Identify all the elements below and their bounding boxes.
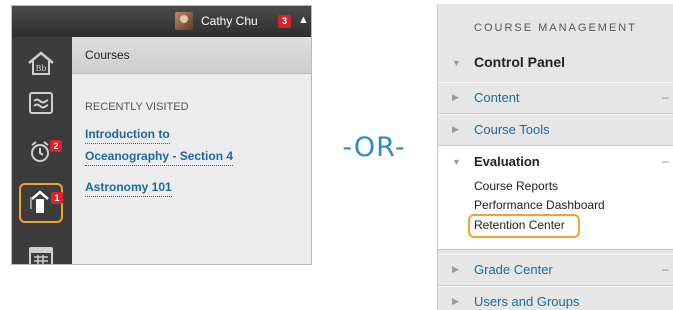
calendar-icon[interactable]	[27, 243, 55, 264]
course-link-oceanography-line1[interactable]: Introduction to	[85, 125, 170, 144]
course-link-oceanography-line2[interactable]: Oceanography - Section 4	[85, 147, 234, 166]
control-panel-label: Control Panel	[474, 54, 566, 70]
menu-item-course-tools[interactable]: ▶ Course Tools	[438, 114, 673, 146]
collapsed-triangle-icon: ▶	[452, 296, 459, 306]
user-bar[interactable]: Cathy Chu 3 ▲	[12, 6, 311, 37]
course-tools-label: Course Tools	[474, 122, 550, 137]
expanded-triangle-icon[interactable]: ▼	[452, 157, 461, 167]
blackboard-home-icon[interactable]: Bb	[27, 49, 55, 77]
users-and-groups-label: Users and Groups	[474, 294, 580, 309]
user-name[interactable]: Cathy Chu	[201, 14, 258, 28]
recently-visited-label: RECENTLY VISITED	[85, 101, 189, 113]
evaluation-label[interactable]: Evaluation	[474, 154, 540, 169]
course-reports-link[interactable]: Course Reports	[474, 179, 558, 193]
menu-item-users-and-groups[interactable]: ▶ Users and Groups	[438, 286, 673, 310]
collapsed-triangle-icon: ▶	[452, 264, 459, 274]
icon-rail: Bb 2 1	[12, 37, 72, 264]
drag-handle-icon: –	[662, 262, 669, 276]
svg-text:Bb: Bb	[36, 64, 47, 73]
grade-center-label: Grade Center	[474, 262, 553, 277]
course-management-panel: COURSE MANAGEMENT ▼ Control Panel ▶ Cont…	[437, 4, 673, 310]
drag-handle-icon: –	[662, 90, 669, 104]
alarm-badge: 2	[50, 140, 62, 152]
courses-title: Courses	[85, 48, 130, 62]
course-management-title: COURSE MANAGEMENT	[474, 22, 637, 34]
drag-handle-icon: –	[662, 154, 669, 168]
retention-center-link[interactable]: Retention Center	[474, 218, 565, 232]
menu-item-content[interactable]: ▶ Content –	[438, 82, 673, 114]
notification-badge: 3	[278, 15, 291, 28]
collapse-caret-icon[interactable]: ▲	[298, 14, 309, 26]
courses-header: Courses	[72, 37, 311, 74]
menu-item-grade-center[interactable]: ▶ Grade Center –	[438, 254, 673, 286]
course-link-astronomy[interactable]: Astronomy 101	[85, 178, 172, 197]
collapsed-triangle-icon: ▶	[452, 124, 459, 134]
global-navigation-menu: Cathy Chu 3 ▲ Bb 2 1 Courses RECENTLY VI…	[11, 5, 312, 265]
activity-stream-icon[interactable]	[27, 89, 55, 117]
control-panel-header[interactable]: ▼ Control Panel	[438, 44, 673, 82]
user-avatar	[175, 12, 193, 30]
history-badge: 1	[51, 192, 63, 204]
or-separator: -OR-	[342, 132, 406, 163]
expand-triangle-icon: ▼	[452, 58, 461, 68]
performance-dashboard-link[interactable]: Performance Dashboard	[474, 198, 605, 212]
collapsed-triangle-icon: ▶	[452, 92, 459, 102]
content-label: Content	[474, 90, 520, 105]
